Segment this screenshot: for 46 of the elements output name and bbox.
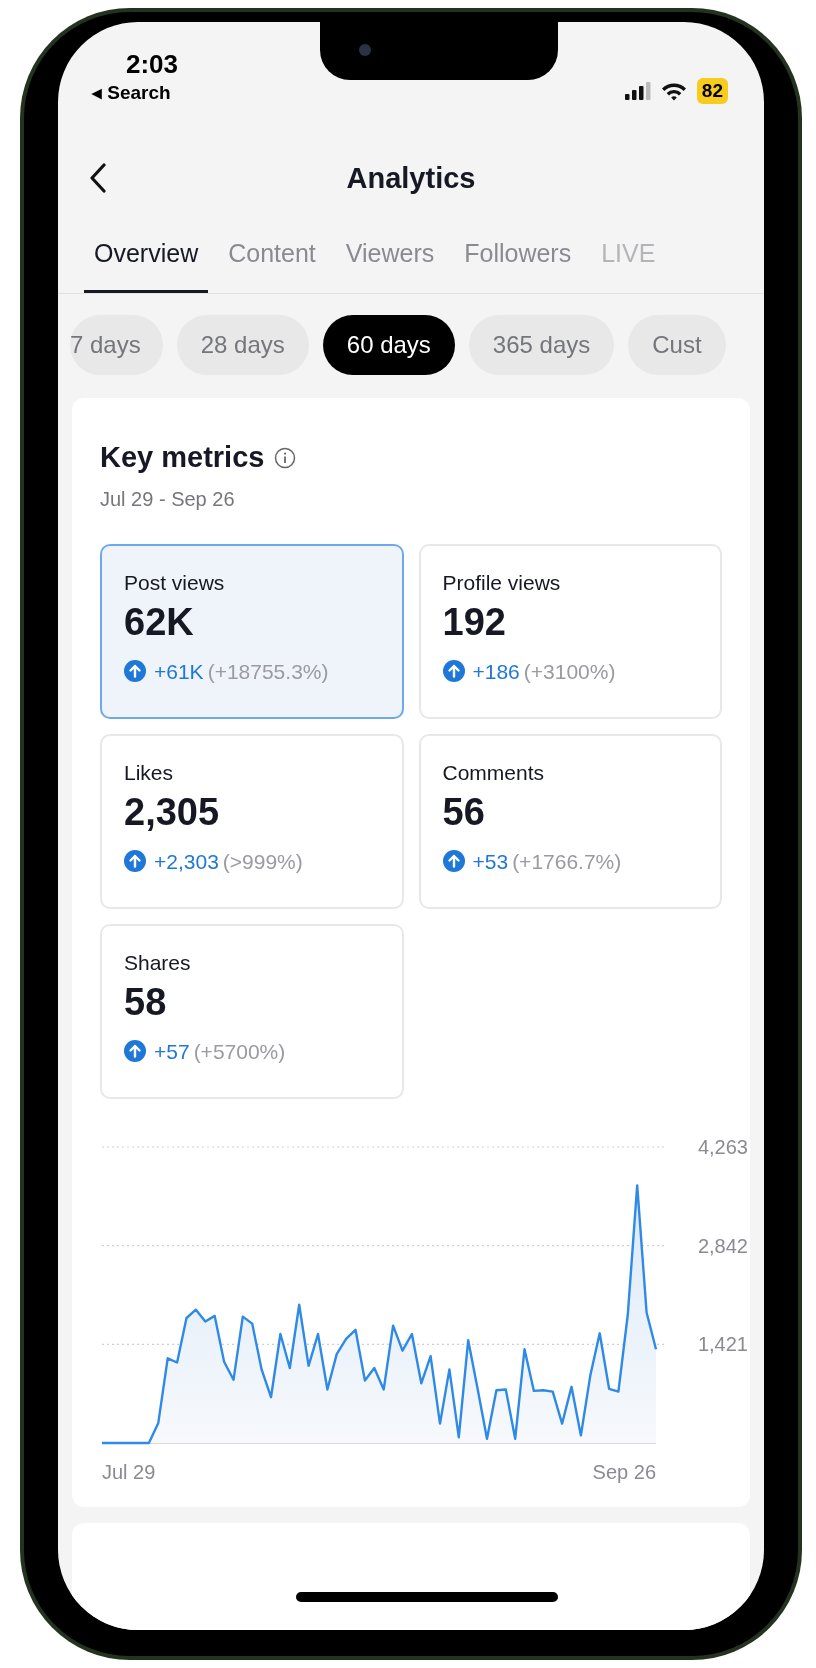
metric-change: +2,303 (154, 848, 219, 875)
page-title: Analytics (346, 161, 476, 197)
metric-label: Shares (124, 949, 192, 976)
metric-label: Comments (442, 759, 546, 786)
metric-value: 62K (124, 599, 195, 645)
y-tick-label: 2,842 (697, 1234, 748, 1257)
metric-percent: (+18755.3%) (207, 658, 329, 685)
metric-tile[interactable]: Comments 56 +53 (+1766.7%) (418, 733, 722, 909)
metric-change: +61K (154, 658, 204, 685)
metric-value: 192 (442, 599, 507, 645)
range-chip[interactable]: 365 days (468, 315, 615, 375)
range-chip[interactable]: 28 days (176, 315, 309, 375)
range-chip[interactable]: 60 days (322, 315, 455, 375)
info-icon[interactable] (274, 446, 297, 469)
metric-change: +57 (154, 1038, 190, 1065)
metric-tile[interactable]: Shares 58 +57 (+5700%) (100, 923, 404, 1099)
signal-icon (624, 82, 651, 100)
range-chip[interactable]: Cust (628, 315, 726, 375)
metric-percent: (>999%) (222, 848, 303, 875)
x-tick-label: Sep 26 (592, 1460, 656, 1483)
y-tick-label: 1,421 (697, 1332, 748, 1355)
metric-change: +186 (472, 658, 520, 685)
metric-tile[interactable]: Likes 2,305 +2,303 (>999%) (100, 733, 404, 909)
metric-change: +53 (472, 848, 509, 875)
metric-percent: (+3100%) (523, 658, 616, 685)
metric-percent: (+5700%) (193, 1038, 286, 1065)
range-chip[interactable]: 7 days (70, 315, 163, 375)
metric-tile[interactable]: Profile views 192 +186 (+3100%) (418, 543, 722, 719)
wifi-icon (660, 81, 687, 101)
back-to-search-link[interactable]: ◂ Search (92, 80, 179, 106)
metric-value: 2,305 (124, 789, 221, 835)
metric-label: Post views (124, 569, 226, 596)
metric-tile[interactable]: Post views 62K +61K (+18755.3%) (100, 543, 404, 719)
x-tick-label: Jul 29 (102, 1460, 156, 1483)
back-icon (89, 163, 107, 193)
metric-value: 56 (442, 789, 486, 835)
metric-label: Likes (124, 759, 175, 786)
section-title: Key metrics (100, 440, 265, 475)
date-range: Jul 29 - Sep 26 (100, 486, 236, 512)
tab[interactable]: Overview (84, 234, 209, 293)
metric-label: Profile views (442, 569, 562, 596)
battery-indicator: 82 (696, 78, 728, 104)
status-time: 2:03 (126, 48, 179, 80)
metric-percent: (+1766.7%) (512, 848, 622, 875)
y-tick-label: 4,263 (697, 1135, 748, 1158)
metric-value: 58 (124, 979, 168, 1025)
